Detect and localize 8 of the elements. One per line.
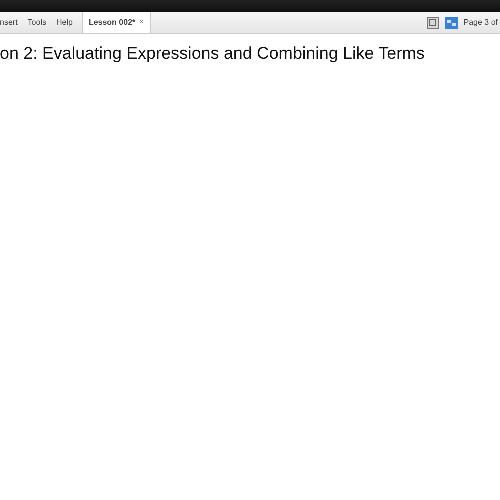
page-view-icon[interactable] bbox=[426, 16, 439, 28]
page-indicator: Page 3 of bbox=[464, 18, 499, 27]
tab-label: Lesson 002* bbox=[88, 18, 136, 27]
menu-item[interactable]: Help bbox=[51, 18, 78, 27]
menu-item[interactable]: nsert bbox=[0, 18, 23, 27]
menu-item[interactable]: Tools bbox=[22, 18, 52, 27]
page-title: on 2: Evaluating Expressions and Combining Like Terms bbox=[0, 44, 426, 64]
page-sorter-icon[interactable] bbox=[444, 16, 458, 28]
